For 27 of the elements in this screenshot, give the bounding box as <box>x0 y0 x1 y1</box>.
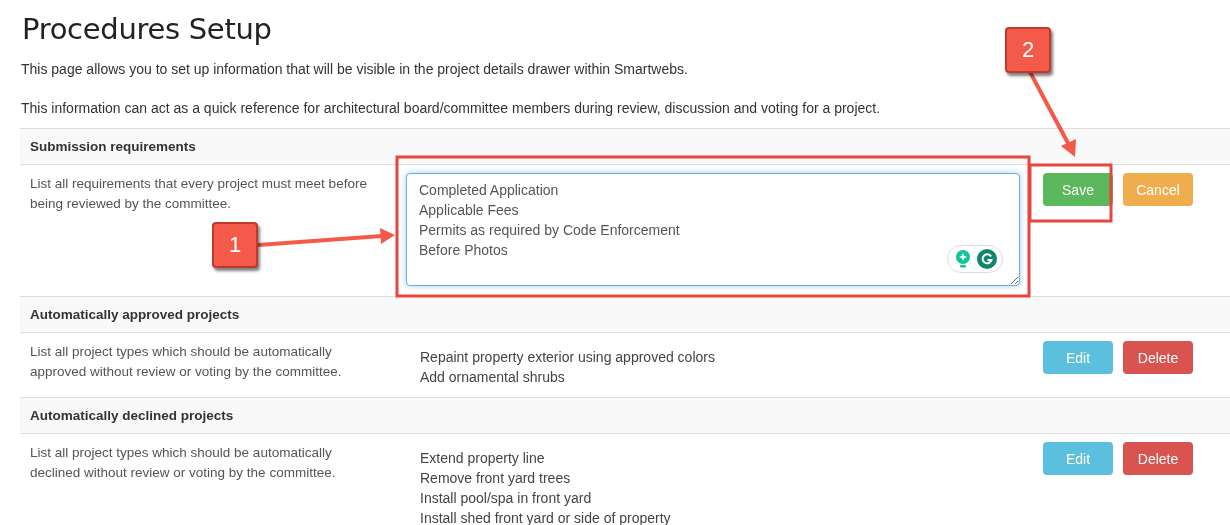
section-heading: Automatically declined projects <box>30 408 234 423</box>
section-description: List all project types which should be automatically declined without review or voting by the committee. <box>30 444 337 482</box>
list-item: Repaint property exterior using approved colors <box>420 348 716 367</box>
action-button[interactable]: Edit <box>1043 341 1113 374</box>
callout-number: 1 <box>212 222 258 268</box>
g-logo-icon[interactable] <box>977 249 997 269</box>
list-item: Install shed front yard or side of property <box>420 509 672 525</box>
section-heading: Automatically approved projects <box>30 307 240 322</box>
input-field[interactable]: Completed Application Applicable Fees Permits as required by Code Enforcement Before Photos <box>406 173 1020 286</box>
list-item: Remove front yard trees <box>420 469 572 488</box>
action-button[interactable]: Delete <box>1123 341 1193 374</box>
callout-number: 2 <box>1005 27 1051 73</box>
list-item: Add ornamental shrubs <box>420 368 566 387</box>
action-button[interactable]: Cancel <box>1123 173 1193 206</box>
section-heading: Submission requirements <box>30 139 196 154</box>
section-description: List all requirements that every project must meet before being reviewed by the committee. <box>30 175 368 213</box>
action-button[interactable]: Edit <box>1043 442 1113 475</box>
action-button[interactable]: Delete <box>1123 442 1193 475</box>
list-item: Extend property line <box>420 449 546 468</box>
intro-text: This information can act as a quick reference for architectural board/committee members during review, discussion and voting for a project. <box>21 99 882 118</box>
page-title: Procedures Setup <box>22 12 273 46</box>
intro-text: This page allows you to set up information that will be visible in the project details drawer within Smartwebs. <box>21 60 689 79</box>
assistant-widget[interactable] <box>947 245 1003 273</box>
section-description: List all project types which should be automatically approved without review or voting by the committee. <box>30 343 343 381</box>
action-button[interactable]: Save <box>1043 173 1113 206</box>
list-item: Install pool/spa in front yard <box>420 489 593 508</box>
lightbulb-icon[interactable] <box>953 249 973 269</box>
